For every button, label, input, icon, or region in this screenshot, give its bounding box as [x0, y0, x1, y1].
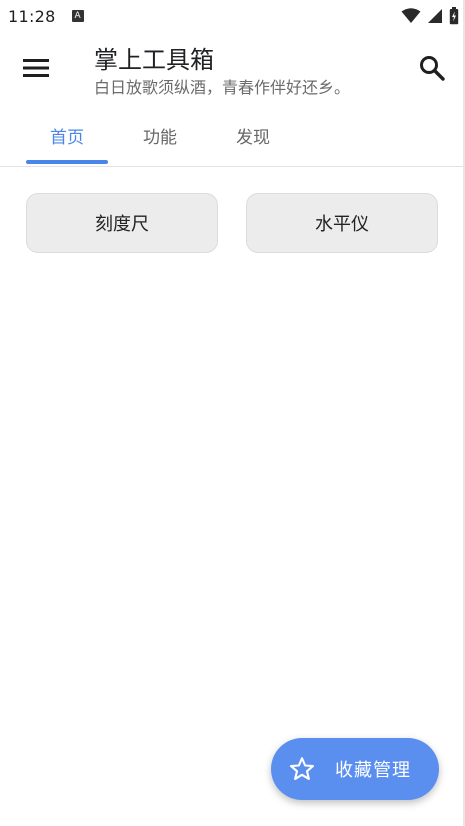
ruler-button[interactable]: 刻度尺 — [26, 193, 218, 253]
tab-home[interactable]: 首页 — [26, 108, 108, 163]
notification-icon: A — [71, 10, 84, 22]
fab-label: 收藏管理 — [335, 760, 411, 781]
menu-button[interactable] — [18, 50, 54, 86]
tab-functions[interactable]: 功能 — [119, 108, 201, 163]
tab-discover[interactable]: 发现 — [212, 108, 294, 163]
search-icon — [420, 56, 445, 81]
battery-icon — [449, 7, 459, 25]
app-toolbar: 掌上工具箱 白日放歌须纵酒，青春作伴好还乡。 — [0, 32, 465, 108]
search-button[interactable] — [414, 50, 450, 86]
signal-icon — [428, 9, 442, 23]
status-bar: 11:28 A — [0, 0, 465, 32]
status-time: 11:28 — [8, 6, 56, 26]
tab-indicator — [26, 160, 108, 164]
tab-bar: 首页 功能 发现 — [0, 108, 465, 167]
star-outline-icon — [287, 754, 317, 784]
wifi-icon — [401, 8, 421, 23]
hamburger-menu-icon — [23, 59, 49, 77]
favorites-manage-fab[interactable]: 收藏管理 — [271, 738, 439, 800]
level-button[interactable]: 水平仪 — [246, 193, 438, 253]
app-subtitle: 白日放歌须纵酒，青春作伴好还乡。 — [94, 78, 351, 97]
app-title: 掌上工具箱 — [94, 46, 214, 74]
